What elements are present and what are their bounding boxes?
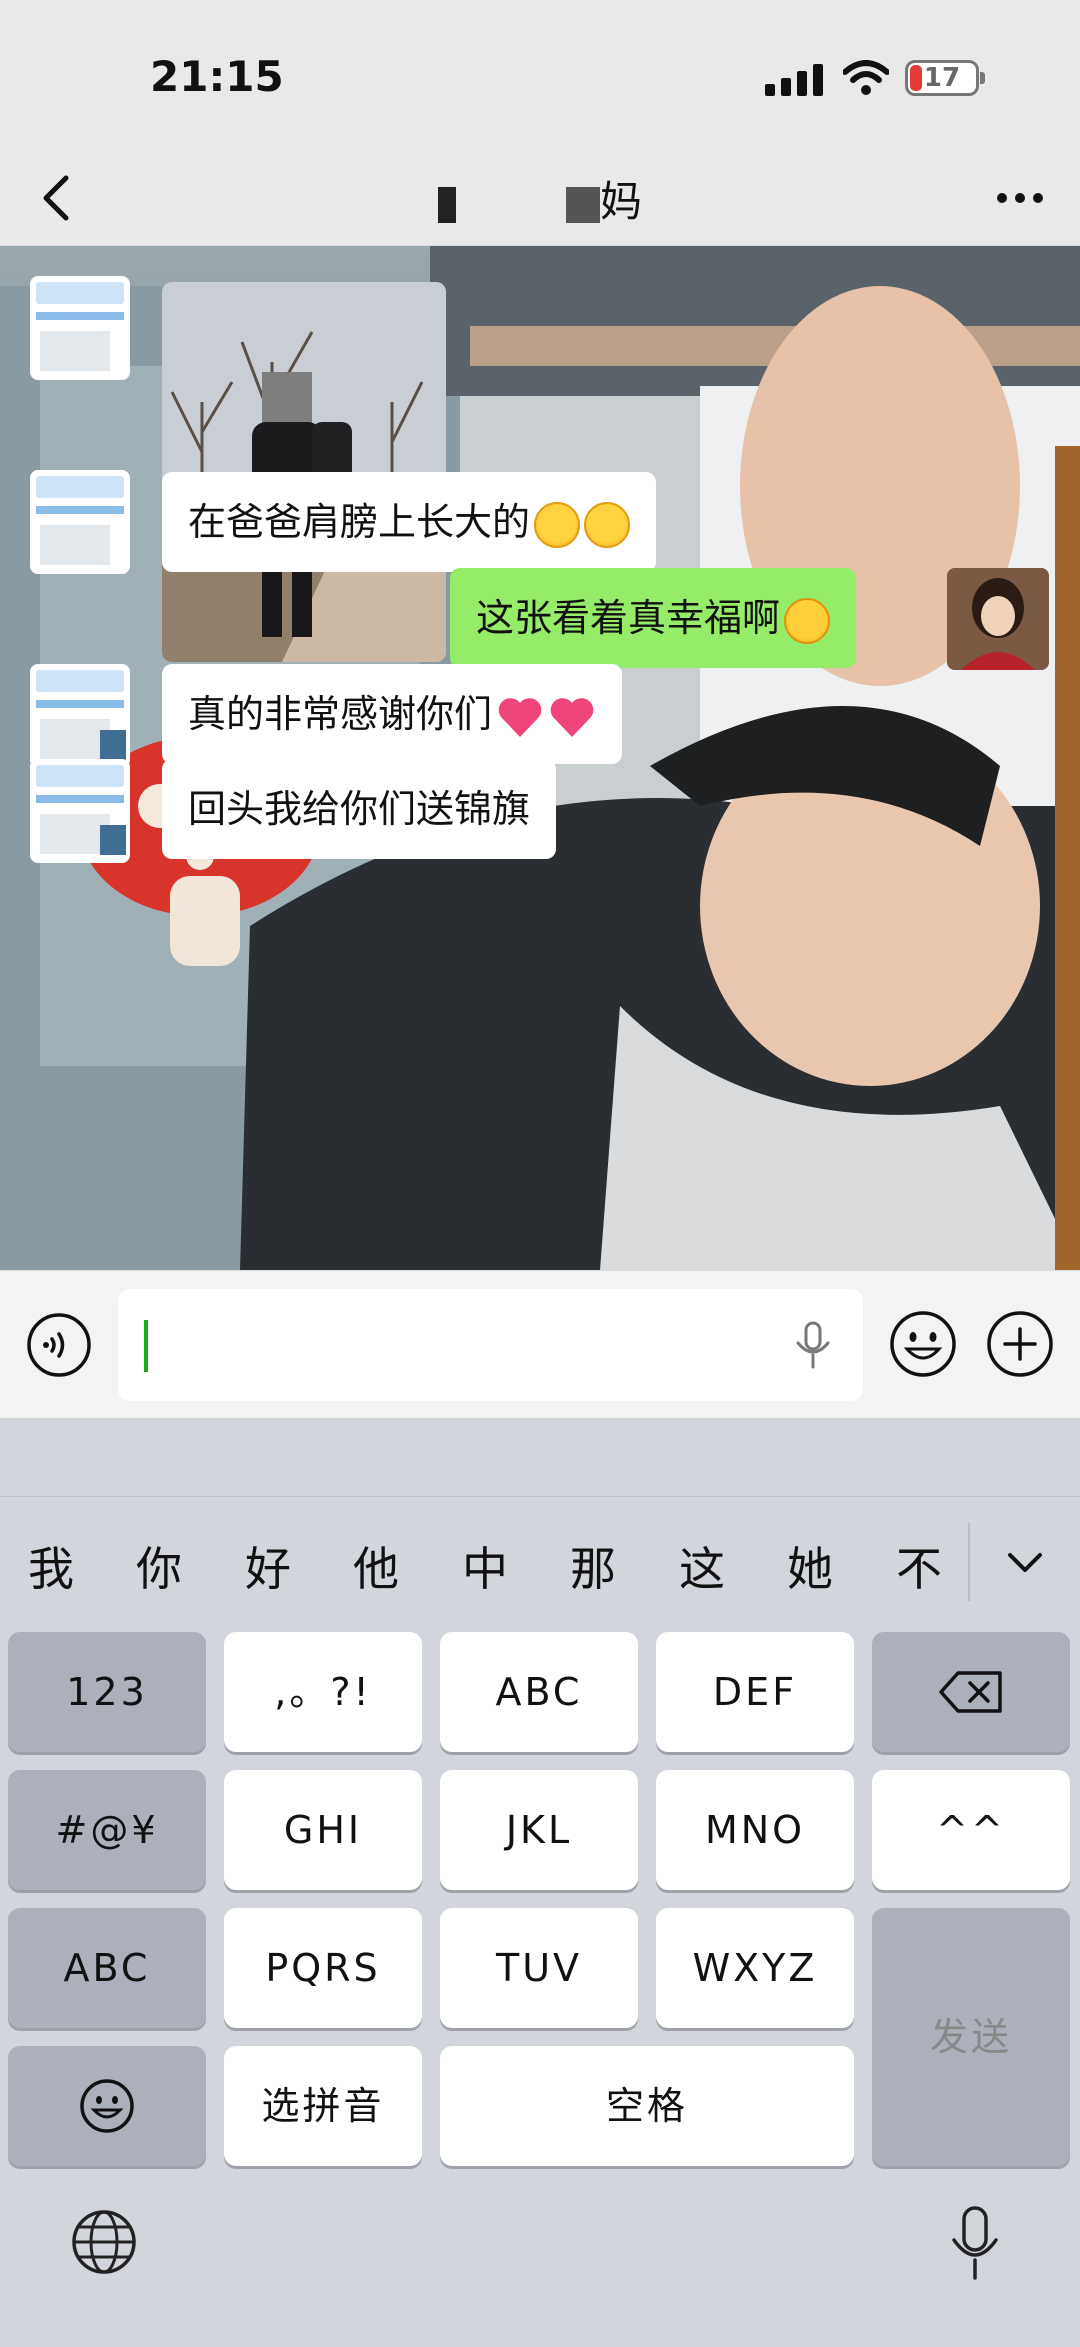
contact-avatar[interactable] <box>30 470 130 574</box>
space-key[interactable]: 空格 <box>440 2046 854 2166</box>
message-text: 回头我给你们送锦旗 <box>188 787 531 831</box>
chat-area[interactable]: 在爸爸肩膀上长大的 这张看着真幸福啊 真的非常感谢你们 回头我给你们送锦旗 <box>0 246 1080 1270</box>
candidate-word[interactable]: 我 <box>16 1533 86 1599</box>
input-bar <box>0 1270 1080 1418</box>
chat-header: 妈 <box>0 150 1080 246</box>
key-mno[interactable]: MNO <box>656 1770 854 1890</box>
cellular-signal-icon <box>765 64 823 96</box>
key-symbols[interactable]: #@¥ <box>8 1770 206 1890</box>
key-def[interactable]: DEF <box>656 1632 854 1752</box>
smiling-hearts-emoji-icon <box>784 597 831 644</box>
emoji-key[interactable] <box>8 2046 206 2166</box>
key-select-pinyin[interactable]: 选拼音 <box>224 2046 422 2166</box>
contact-avatar[interactable] <box>30 664 130 768</box>
candidate-word[interactable]: 这 <box>667 1533 737 1599</box>
redacted-mark <box>565 186 600 223</box>
back-chevron-icon[interactable] <box>30 168 80 228</box>
candidate-word[interactable]: 他 <box>341 1533 411 1599</box>
candidate-word[interactable]: 那 <box>558 1533 628 1599</box>
chat-title-text: 妈 <box>599 177 642 226</box>
message-text: 在爸爸肩膀上长大的 <box>188 500 531 544</box>
wifi-icon <box>843 60 889 95</box>
candidate-word[interactable]: 你 <box>124 1533 194 1599</box>
message-bubble-received[interactable]: 真的非常感谢你们 <box>162 664 623 764</box>
battery-level: 17 <box>923 63 961 93</box>
candidate-word[interactable]: 中 <box>450 1533 520 1599</box>
key-ghi[interactable]: GHI <box>224 1770 422 1890</box>
text-caret <box>144 1320 148 1372</box>
laughing-crying-emoji-icon <box>584 501 631 548</box>
candidate-divider <box>968 1523 970 1601</box>
expand-candidates-chevron-icon[interactable] <box>1000 1537 1050 1587</box>
dictation-mic-icon[interactable] <box>793 1321 833 1369</box>
heart-emoji-icon <box>498 697 542 737</box>
contact-avatar[interactable] <box>30 759 130 863</box>
globe-icon[interactable] <box>70 2208 138 2276</box>
status-time: 21:15 <box>150 52 284 101</box>
key-punctuation[interactable]: ,。?! <box>224 1632 422 1752</box>
battery-icon: 17 <box>905 60 985 96</box>
microphone-icon[interactable] <box>950 2206 1000 2280</box>
candidate-bar: 我 你 好 他 中 那 这 她 不 <box>0 1496 1080 1628</box>
candidate-word[interactable]: 不 <box>884 1533 954 1599</box>
message-bubble-received[interactable]: 回头我给你们送锦旗 <box>162 759 557 859</box>
key-123[interactable]: 123 <box>8 1632 206 1752</box>
key-tuv[interactable]: TUV <box>440 1908 638 2028</box>
candidate-word[interactable]: 好 <box>233 1533 303 1599</box>
key-pqrs[interactable]: PQRS <box>224 1908 422 2028</box>
message-bubble-sent[interactable]: 这张看着真幸福啊 <box>450 568 857 668</box>
send-button[interactable]: 发送 <box>872 1908 1070 2166</box>
emoji-icon[interactable] <box>888 1309 958 1379</box>
message-text: 真的非常感谢你们 <box>188 692 493 736</box>
candidate-word[interactable]: 她 <box>775 1533 845 1599</box>
chat-title: 妈 <box>240 168 840 229</box>
backspace-key[interactable] <box>872 1632 1070 1752</box>
status-bar: 21:15 17 <box>0 0 1080 150</box>
plus-icon[interactable] <box>985 1309 1055 1379</box>
laughing-crying-emoji-icon <box>534 501 581 548</box>
message-bubble-received[interactable]: 在爸爸肩膀上长大的 <box>162 472 657 572</box>
key-emoticon[interactable]: ^^ <box>872 1770 1070 1890</box>
my-avatar[interactable] <box>947 568 1049 670</box>
message-text: 这张看着真幸福啊 <box>476 596 781 640</box>
heart-emoji-icon <box>550 697 594 737</box>
contact-avatar[interactable] <box>30 276 130 380</box>
message-input[interactable] <box>118 1289 863 1401</box>
key-abc[interactable]: ABC <box>440 1632 638 1752</box>
redacted-mark <box>437 186 456 223</box>
key-jkl[interactable]: JKL <box>440 1770 638 1890</box>
key-wxyz[interactable]: WXYZ <box>656 1908 854 2028</box>
voice-input-icon[interactable] <box>26 1312 92 1378</box>
key-abc-mode[interactable]: ABC <box>8 1908 206 2028</box>
backspace-icon <box>939 1671 1002 1713</box>
more-ellipsis-icon[interactable] <box>990 168 1050 228</box>
emoji-face-icon <box>80 2079 134 2133</box>
